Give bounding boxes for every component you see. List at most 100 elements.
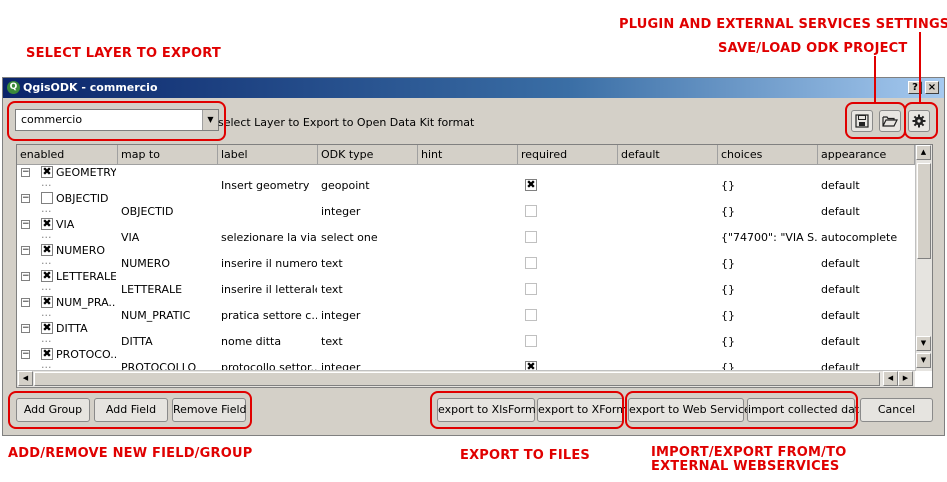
- cell-choices[interactable]: {}: [721, 309, 817, 322]
- cell-label[interactable]: pratica settore c...: [221, 309, 317, 322]
- table-group-row[interactable]: − ✖ DITTA: [17, 322, 915, 335]
- chevron-down-icon[interactable]: ▼: [202, 110, 218, 130]
- app-icon: Q: [7, 81, 20, 94]
- table-row[interactable]: ... DITTA nome ditta text {} default: [17, 332, 915, 348]
- cancel-button[interactable]: Cancel: [860, 398, 933, 422]
- table-group-row[interactable]: − ✖ PROTOCO...: [17, 348, 915, 361]
- required-checkbox[interactable]: [525, 231, 537, 243]
- add-field-button[interactable]: Add Field: [94, 398, 168, 422]
- cell-appearance[interactable]: default: [821, 205, 914, 218]
- cell-odk-type[interactable]: text: [321, 257, 417, 270]
- cell-map-to[interactable]: NUMERO: [121, 257, 217, 270]
- cell-appearance[interactable]: default: [821, 179, 914, 192]
- cell-choices[interactable]: {}: [721, 335, 817, 348]
- scroll-down-end-icon[interactable]: ▼: [916, 353, 931, 368]
- scroll-up-icon[interactable]: ▲: [916, 145, 931, 160]
- column-header[interactable]: choices: [718, 145, 818, 165]
- table-row[interactable]: ... NUM_PRATIC pratica settore c... integer…: [17, 306, 915, 322]
- vertical-scroll-thumb[interactable]: [917, 163, 931, 259]
- cell-odk-type[interactable]: geopoint: [321, 179, 417, 192]
- horizontal-scroll-thumb[interactable]: [34, 372, 880, 386]
- table-group-row[interactable]: − ✖ LETTERALE: [17, 270, 915, 283]
- collapse-icon[interactable]: −: [21, 272, 30, 281]
- required-checkbox[interactable]: [525, 309, 537, 321]
- remove-field-button[interactable]: Remove Field: [172, 398, 247, 422]
- collapse-icon[interactable]: −: [21, 194, 30, 203]
- required-checkbox[interactable]: ✖: [525, 179, 537, 191]
- cell-choices[interactable]: {"74700": "VIA S...: [721, 231, 817, 244]
- column-header[interactable]: map to: [118, 145, 218, 165]
- cell-map-to[interactable]: DITTA: [121, 335, 217, 348]
- cell-appearance[interactable]: default: [821, 257, 914, 270]
- required-checkbox[interactable]: [525, 205, 537, 217]
- cell-appearance[interactable]: default: [821, 309, 914, 322]
- group-name: PROTOCO...: [56, 348, 116, 361]
- scroll-left-icon[interactable]: ◀: [18, 371, 33, 386]
- table-row[interactable]: ... NUMERO inserire il numero ... text {} def…: [17, 254, 915, 270]
- required-checkbox[interactable]: [525, 283, 537, 295]
- column-header[interactable]: ODK type: [318, 145, 418, 165]
- layer-select-value: commercio: [21, 113, 83, 126]
- table-row[interactable]: ... LETTERALE inserire il letterale text {} d…: [17, 280, 915, 296]
- cell-map-to[interactable]: NUM_PRATIC: [121, 309, 217, 322]
- cell-choices[interactable]: {}: [721, 283, 817, 296]
- collapse-icon[interactable]: −: [21, 168, 30, 177]
- cell-odk-type[interactable]: select one: [321, 231, 417, 244]
- settings-button[interactable]: [908, 110, 930, 132]
- title-bar[interactable]: Q QgisODK - commercio ? ×: [3, 78, 944, 98]
- cell-choices[interactable]: {}: [721, 179, 817, 192]
- load-project-button[interactable]: [879, 110, 901, 132]
- scroll-right-icon[interactable]: ▶: [898, 371, 913, 386]
- export-xlsform-button[interactable]: export to XlsForm: [437, 398, 536, 422]
- table-group-row[interactable]: − OBJECTID: [17, 192, 915, 205]
- cell-odk-type[interactable]: text: [321, 283, 417, 296]
- cell-choices[interactable]: {}: [721, 257, 817, 270]
- save-project-button[interactable]: [851, 110, 873, 132]
- cell-label[interactable]: Insert geometry: [221, 179, 317, 192]
- collapse-icon[interactable]: −: [21, 350, 30, 359]
- collapse-icon[interactable]: −: [21, 246, 30, 255]
- table-group-row[interactable]: − ✖ GEOMETRY: [17, 166, 915, 179]
- required-checkbox[interactable]: [525, 257, 537, 269]
- table-row[interactable]: ... Insert geometry geopoint {} default ✖: [17, 176, 915, 192]
- table-group-row[interactable]: − ✖ VIA: [17, 218, 915, 231]
- cell-odk-type[interactable]: integer: [321, 309, 417, 322]
- scroll-right-left-icon[interactable]: ◀: [883, 371, 898, 386]
- collapse-icon[interactable]: −: [21, 298, 30, 307]
- close-button[interactable]: ×: [925, 81, 939, 94]
- cell-map-to[interactable]: LETTERALE: [121, 283, 217, 296]
- cell-label[interactable]: inserire il numero ...: [221, 257, 317, 270]
- table-row[interactable]: ... VIA selezionare la via select one {"7470…: [17, 228, 915, 244]
- cell-appearance[interactable]: default: [821, 335, 914, 348]
- cell-label[interactable]: selezionare la via: [221, 231, 317, 244]
- vertical-scrollbar[interactable]: ▲ ▼ ▼: [915, 145, 932, 371]
- horizontal-scrollbar[interactable]: ◀ ◀ ▶: [17, 370, 915, 387]
- cell-appearance[interactable]: default: [821, 283, 914, 296]
- add-group-button[interactable]: Add Group: [16, 398, 90, 422]
- table-row[interactable]: ... OBJECTID integer {} default: [17, 202, 915, 218]
- table-group-row[interactable]: − ✖ NUM_PRA...: [17, 296, 915, 309]
- layer-select[interactable]: commercio ▼: [15, 109, 219, 131]
- column-header[interactable]: default: [618, 145, 718, 165]
- export-web-service-button[interactable]: export to Web Service: [628, 398, 751, 422]
- cell-odk-type[interactable]: integer: [321, 205, 417, 218]
- cell-label[interactable]: inserire il letterale: [221, 283, 317, 296]
- cell-label[interactable]: nome ditta: [221, 335, 317, 348]
- table-group-row[interactable]: − ✖ NUMERO: [17, 244, 915, 257]
- cell-appearance[interactable]: autocomplete: [821, 231, 914, 244]
- column-header[interactable]: hint: [418, 145, 518, 165]
- column-header[interactable]: required: [518, 145, 618, 165]
- collapse-icon[interactable]: −: [21, 220, 30, 229]
- import-collected-data-button[interactable]: import collected data: [747, 398, 866, 422]
- collapse-icon[interactable]: −: [21, 324, 30, 333]
- required-checkbox[interactable]: [525, 335, 537, 347]
- cell-odk-type[interactable]: text: [321, 335, 417, 348]
- column-header[interactable]: enabled: [17, 145, 118, 165]
- cell-map-to[interactable]: VIA: [121, 231, 217, 244]
- export-xform-button[interactable]: export to XForm: [537, 398, 627, 422]
- column-header[interactable]: label: [218, 145, 318, 165]
- cell-choices[interactable]: {}: [721, 205, 817, 218]
- scroll-down-icon[interactable]: ▼: [916, 336, 931, 351]
- column-header[interactable]: appearance: [818, 145, 915, 165]
- cell-map-to[interactable]: OBJECTID: [121, 205, 217, 218]
